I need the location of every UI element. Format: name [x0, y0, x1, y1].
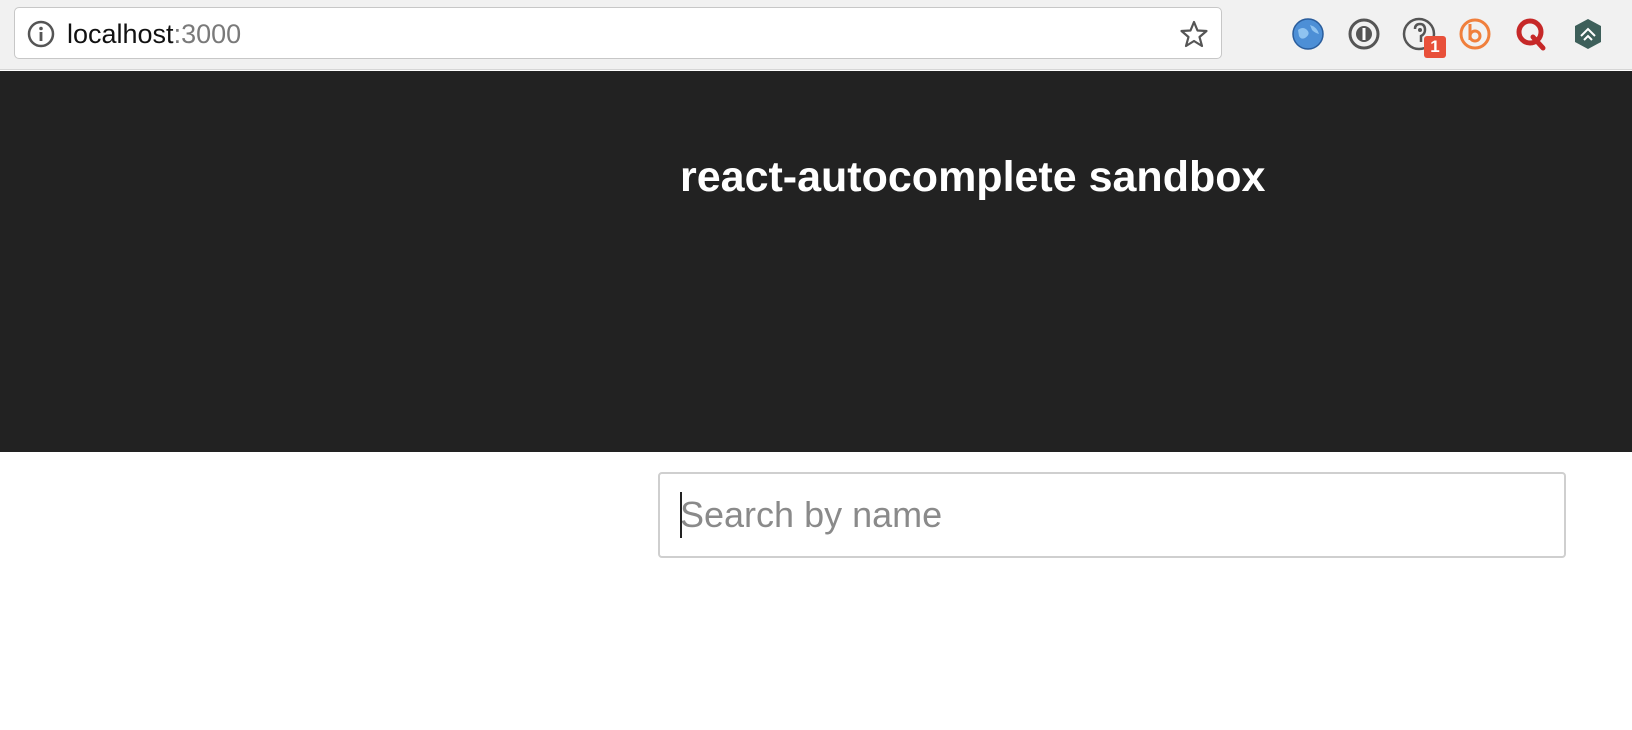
- text-cursor: [680, 492, 682, 538]
- hero-banner: react-autocomplete sandbox: [0, 71, 1632, 452]
- info-icon[interactable]: [27, 20, 55, 48]
- url-host: localhost: [67, 19, 174, 49]
- shield-extension-icon[interactable]: [1570, 16, 1606, 52]
- b-extension-icon[interactable]: [1457, 16, 1493, 52]
- url-text[interactable]: localhost:3000: [67, 19, 241, 49]
- globe-extension-icon[interactable]: [1290, 16, 1326, 52]
- url-port: :3000: [173, 19, 242, 49]
- extension-badge: 1: [1424, 36, 1446, 58]
- page-title: react-autocomplete sandbox: [680, 153, 1266, 201]
- address-bar[interactable]: localhost:3000: [14, 7, 1222, 59]
- search-input[interactable]: [658, 472, 1566, 558]
- partial-extension-icon[interactable]: [1624, 16, 1632, 52]
- search-container: [658, 472, 1566, 558]
- bookmark-star-icon[interactable]: [1179, 19, 1209, 49]
- q-extension-icon[interactable]: [1513, 16, 1549, 52]
- password-manager-icon[interactable]: [1346, 16, 1382, 52]
- browser-toolbar: localhost:3000 1: [0, 0, 1632, 70]
